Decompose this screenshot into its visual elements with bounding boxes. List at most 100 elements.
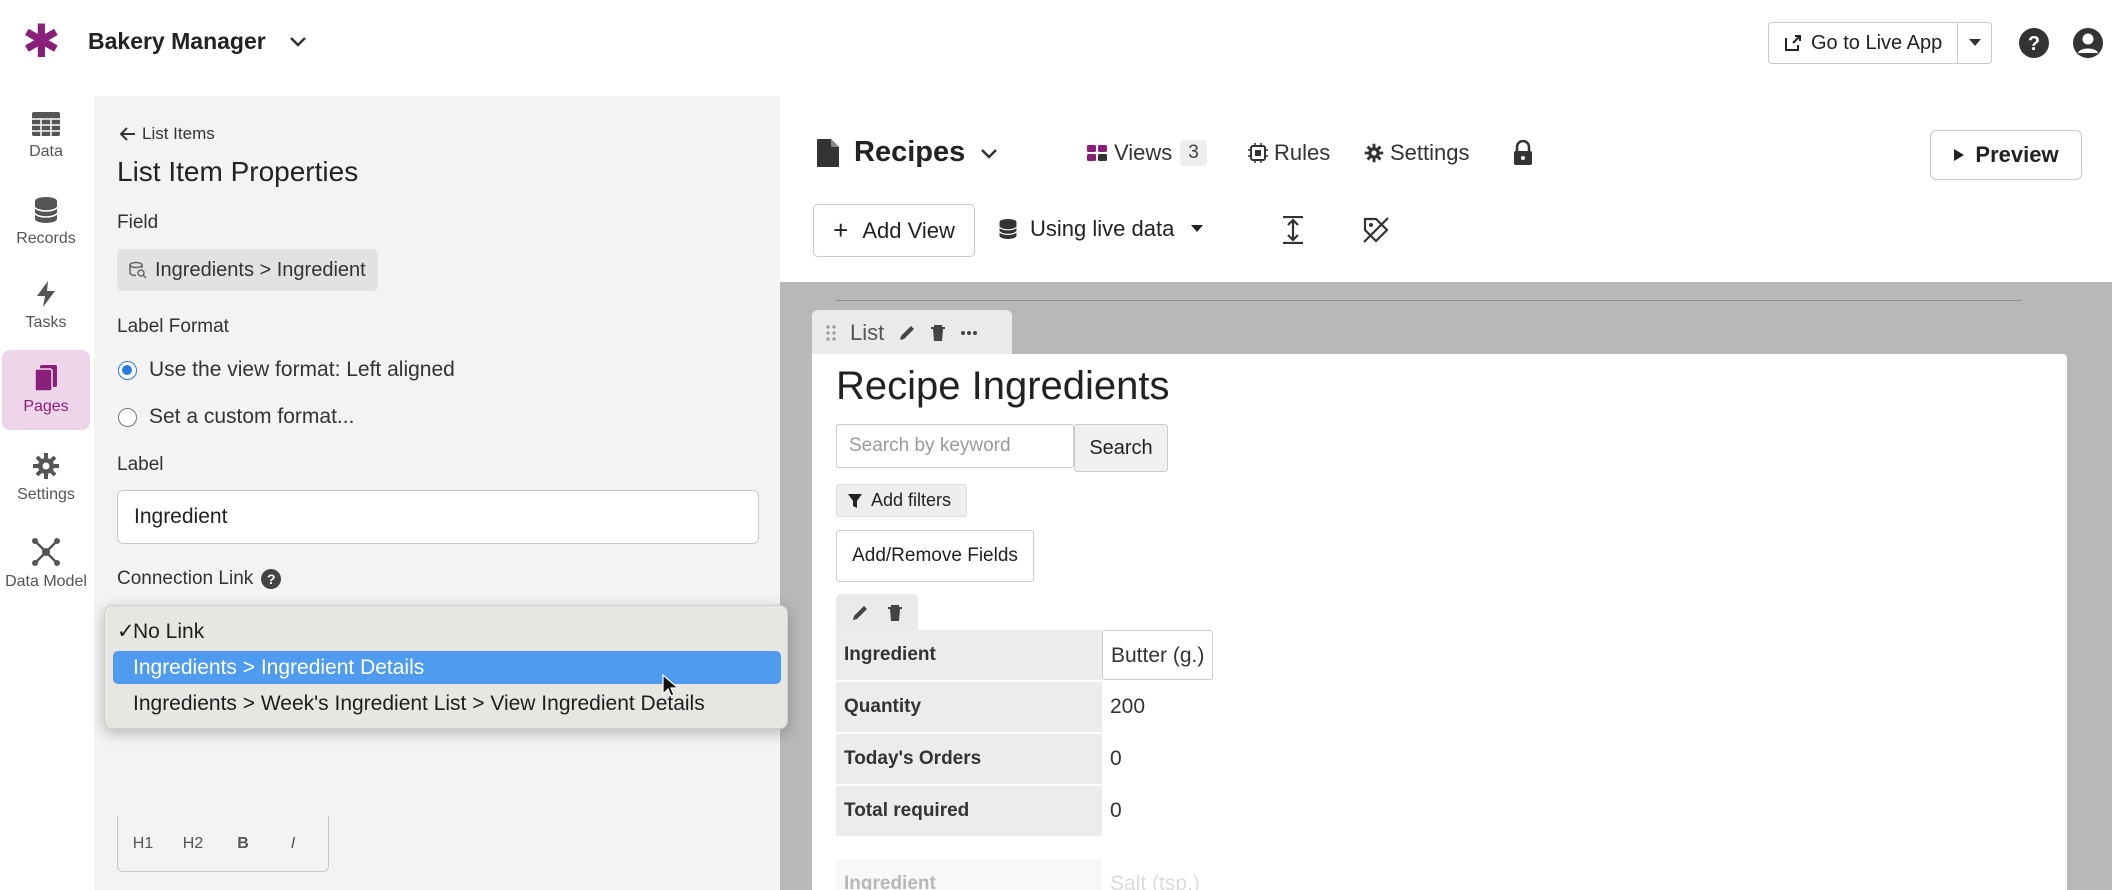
- italic-button[interactable]: I: [268, 835, 318, 853]
- label-label: Label: [117, 454, 164, 475]
- table-row[interactable]: Today's Orders 0: [836, 734, 1236, 786]
- add-filters-button[interactable]: Add filters: [836, 484, 967, 517]
- radio-view-format[interactable]: Use the view format: Left aligned: [118, 358, 455, 382]
- connection-link-label: Connection Link ?: [117, 568, 282, 590]
- row-value: 0: [1110, 747, 1122, 770]
- option-label: Ingredients > Ingredient Details: [133, 656, 425, 679]
- field-value: Ingredients > Ingredient: [155, 258, 366, 281]
- trash-icon[interactable]: [887, 604, 903, 622]
- gear-icon: [33, 453, 59, 479]
- gear-icon: [1364, 143, 1384, 163]
- nav-item-tasks[interactable]: Tasks: [2, 266, 90, 346]
- option-label: No Link: [133, 620, 205, 643]
- table-row[interactable]: Quantity 200: [836, 682, 1236, 734]
- details-table: Ingredient Butter (g.) Quantity 200 Toda…: [836, 630, 1236, 838]
- nav-label-settings: Settings: [17, 486, 75, 503]
- nav-item-data[interactable]: Data: [2, 96, 90, 176]
- nav-item-settings[interactable]: Settings: [2, 438, 90, 518]
- chevron-down-icon[interactable]: [978, 142, 1000, 164]
- views-count-badge: 3: [1180, 140, 1207, 166]
- user-avatar-icon[interactable]: [2072, 27, 2104, 59]
- nav-item-pages[interactable]: Pages: [2, 350, 90, 430]
- panel-title: List Item Properties: [117, 156, 359, 187]
- list-item-properties-panel: List Items List Item Properties Field In…: [94, 96, 780, 890]
- expand-height-icon[interactable]: [1282, 216, 1304, 244]
- row-label: Quantity: [836, 682, 1102, 732]
- app-name[interactable]: Bakery Manager: [88, 28, 266, 55]
- app-logo-icon[interactable]: ✱: [22, 18, 61, 64]
- option-weeks-ingredient-list[interactable]: Ingredients > Week's Ingredient List > V…: [113, 687, 781, 720]
- add-view-button[interactable]: + Add View: [813, 204, 975, 257]
- pencil-icon[interactable]: [851, 604, 869, 622]
- page-canvas: List Recipe Ingredients Search by keywor…: [780, 282, 2112, 890]
- back-link-label: List Items: [142, 124, 215, 143]
- nav-label-data-model: Data Model: [5, 573, 87, 590]
- back-to-list-items-link[interactable]: List Items: [120, 124, 215, 144]
- external-link-icon: [1785, 35, 1801, 51]
- nav-item-records[interactable]: Records: [2, 182, 90, 262]
- play-icon: [1954, 149, 1965, 161]
- add-view-label: Add View: [862, 217, 955, 243]
- live-data-dropdown[interactable]: Using live data: [998, 216, 1216, 242]
- more-icon[interactable]: [960, 330, 978, 336]
- database-icon: [34, 197, 58, 223]
- row-value: 0: [1110, 799, 1122, 822]
- view-tab-list[interactable]: List: [812, 310, 1012, 356]
- checkmark-icon: ✓: [117, 620, 135, 643]
- arrow-left-icon: [120, 127, 135, 141]
- option-ingredient-details[interactable]: Ingredients > Ingredient Details: [113, 651, 781, 684]
- radio-view-format-label: Use the view format: Left aligned: [149, 358, 455, 381]
- caret-down-icon: [1191, 225, 1204, 232]
- bold-button[interactable]: B: [218, 835, 268, 853]
- label-input[interactable]: Ingredient: [117, 490, 759, 544]
- row-label: Total required: [836, 786, 1102, 836]
- table-row[interactable]: Ingredient Butter (g.): [836, 630, 1236, 682]
- search-input[interactable]: Search by keyword: [836, 424, 1074, 468]
- chevron-down-icon[interactable]: [286, 30, 310, 54]
- nav-label-tasks: Tasks: [25, 314, 67, 331]
- live-app-dropdown-button[interactable]: [1957, 22, 1992, 64]
- page-title[interactable]: Recipes: [854, 136, 965, 169]
- go-to-live-app-button[interactable]: Go to Live App: [1768, 22, 1958, 64]
- field-label: Field: [117, 212, 159, 233]
- rules-tab[interactable]: Rules: [1248, 140, 1330, 166]
- lock-icon[interactable]: [1512, 140, 1534, 166]
- details-toolbar: [836, 594, 918, 632]
- option-no-link[interactable]: ✓ No Link: [113, 615, 781, 648]
- nav-item-data-model[interactable]: Data Model: [2, 524, 90, 604]
- radio-button-unchecked[interactable]: [118, 407, 137, 427]
- view-tab-label: List: [850, 320, 885, 345]
- row-label: Ingredient: [836, 859, 1102, 890]
- table-row[interactable]: Total required 0: [836, 786, 1236, 838]
- radio-button-checked[interactable]: [118, 360, 137, 380]
- add-filters-label: Add filters: [871, 490, 952, 510]
- trash-icon[interactable]: [930, 324, 946, 342]
- add-remove-fields-button[interactable]: Add/Remove Fields: [836, 530, 1034, 582]
- page-icon: [817, 139, 839, 167]
- heading1-button[interactable]: H1: [118, 835, 168, 853]
- filter-icon: [848, 493, 862, 508]
- pencil-icon[interactable]: [898, 324, 916, 342]
- settings-tab[interactable]: Settings: [1364, 140, 1470, 166]
- pages-icon: [34, 365, 57, 392]
- row-label: Today's Orders: [836, 734, 1102, 784]
- radio-custom-format[interactable]: Set a custom format...: [118, 405, 354, 429]
- preview-button[interactable]: Preview: [1930, 130, 2082, 180]
- label-format-label: Label Format: [117, 316, 229, 337]
- nav-label-records: Records: [16, 230, 76, 247]
- tag-off-icon[interactable]: [1362, 216, 1390, 244]
- page-header: Recipes Views 3 Rules Settings Preview +…: [780, 96, 2112, 282]
- search-button[interactable]: Search: [1074, 424, 1168, 472]
- heading2-button[interactable]: H2: [168, 835, 218, 853]
- connection-link-text: Connection Link: [117, 568, 254, 589]
- views-tab[interactable]: Views 3: [1086, 140, 1207, 166]
- row-value: 200: [1110, 695, 1146, 718]
- drag-handle-icon[interactable]: [826, 325, 836, 341]
- database-search-icon: [129, 261, 147, 279]
- row-value: Butter (g.): [1102, 630, 1214, 680]
- nav-label-pages: Pages: [23, 398, 69, 415]
- help-icon[interactable]: ?: [2018, 27, 2050, 59]
- list-view-preview: Recipe Ingredients Search by keyword Sea…: [812, 354, 2067, 890]
- help-tooltip-icon[interactable]: ?: [261, 569, 282, 589]
- plus-icon: +: [833, 215, 849, 245]
